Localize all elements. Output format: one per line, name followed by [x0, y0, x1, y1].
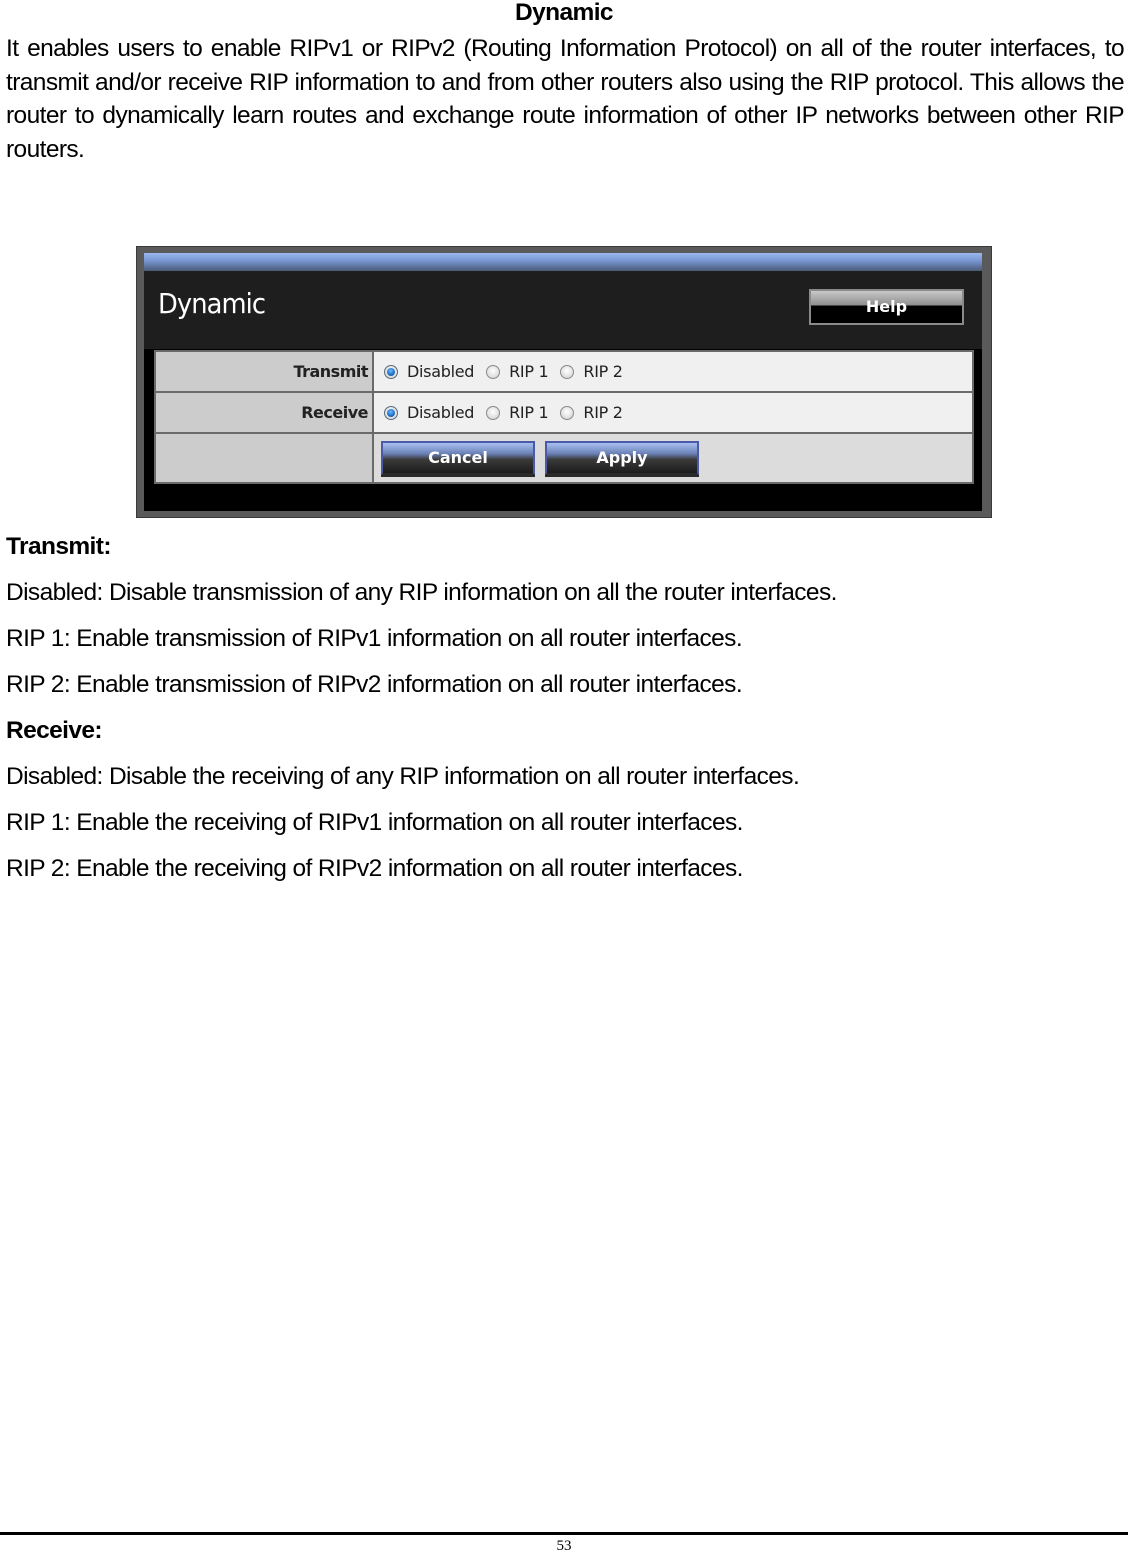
- rip-settings-form: Transmit Disabled RIP 1 RIP 2 Receive Di…: [154, 350, 974, 484]
- action-buttons: Cancel Apply: [374, 434, 972, 482]
- receive-option-rip2[interactable]: RIP 2: [560, 403, 623, 422]
- receive-disabled-desc: Disabled: Disable the receiving of any R…: [6, 763, 800, 790]
- transmit-label: Transmit: [154, 350, 374, 393]
- receive-row: Receive Disabled RIP 1 RIP 2: [154, 391, 974, 434]
- radio-unchecked-icon[interactable]: [560, 364, 575, 379]
- cancel-button[interactable]: Cancel: [381, 441, 535, 475]
- dynamic-panel: Dynamic Help Transmit Disabled RIP 1 RIP…: [144, 253, 982, 511]
- option-label: Disabled: [407, 403, 475, 422]
- option-label: RIP 1: [509, 403, 549, 422]
- transmit-option-rip1[interactable]: RIP 1: [486, 362, 549, 381]
- receive-rip1-desc: RIP 1: Enable the receiving of RIPv1 inf…: [6, 809, 743, 836]
- transmit-radio-group: Disabled RIP 1 RIP 2: [374, 362, 972, 381]
- page-number: 53: [556, 1538, 572, 1554]
- transmit-rip2-desc: RIP 2: Enable transmission of RIPv2 info…: [6, 671, 743, 698]
- receive-label: Receive: [154, 391, 374, 434]
- transmit-rip1-desc: RIP 1: Enable transmission of RIPv1 info…: [6, 625, 743, 652]
- receive-option-rip1[interactable]: RIP 1: [486, 403, 549, 422]
- option-label: RIP 2: [583, 403, 623, 422]
- option-label: RIP 2: [583, 362, 623, 381]
- radio-unchecked-icon[interactable]: [560, 405, 575, 420]
- help-button[interactable]: Help: [809, 289, 964, 325]
- option-label: Disabled: [407, 362, 475, 381]
- radio-checked-icon[interactable]: [384, 364, 398, 379]
- transmit-description: Transmit: Disabled: Disable transmission…: [6, 524, 1124, 892]
- receive-option-disabled[interactable]: Disabled: [384, 403, 474, 422]
- empty-label-cell: [154, 432, 374, 484]
- receive-rip2-desc: RIP 2: Enable the receiving of RIPv2 inf…: [6, 855, 743, 882]
- radio-unchecked-icon[interactable]: [486, 405, 501, 420]
- transmit-disabled-desc: Disabled: Disable transmission of any RI…: [6, 579, 837, 606]
- radio-checked-icon[interactable]: [384, 405, 398, 420]
- apply-button[interactable]: Apply: [545, 441, 699, 475]
- router-ui-screenshot: Dynamic Help Transmit Disabled RIP 1 RIP…: [136, 246, 992, 518]
- radio-unchecked-icon[interactable]: [486, 364, 501, 379]
- transmit-option-disabled[interactable]: Disabled: [384, 362, 474, 381]
- panel-header: Dynamic Help: [144, 271, 982, 349]
- transmit-row: Transmit Disabled RIP 1 RIP 2: [154, 350, 974, 393]
- option-label: RIP 1: [509, 362, 549, 381]
- section-title: Dynamic: [515, 0, 614, 26]
- panel-title: Dynamic: [158, 287, 266, 320]
- panel-top-bar: [144, 253, 982, 271]
- receive-heading: Receive:: [6, 717, 103, 744]
- intro-paragraph: It enables users to enable RIPv1 or RIPv…: [6, 35, 1125, 163]
- receive-radio-group: Disabled RIP 1 RIP 2: [374, 403, 972, 422]
- footer-divider: [0, 1532, 1128, 1535]
- transmit-heading: Transmit:: [6, 533, 111, 560]
- action-row: Cancel Apply: [154, 432, 974, 484]
- transmit-option-rip2[interactable]: RIP 2: [560, 362, 623, 381]
